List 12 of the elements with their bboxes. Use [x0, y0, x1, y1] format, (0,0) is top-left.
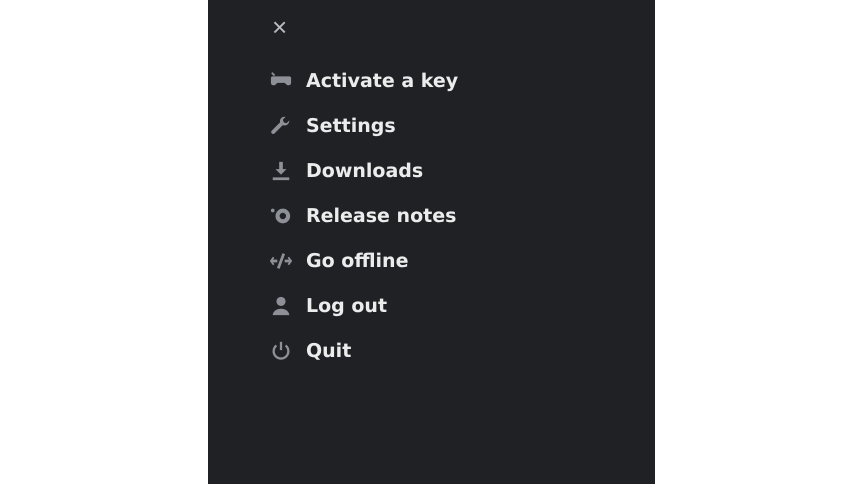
- menu-item[interactable]: Settings: [268, 115, 396, 137]
- person-icon: [270, 295, 292, 317]
- menu-item[interactable]: Release notes: [268, 205, 456, 227]
- menu-item[interactable]: Log out: [268, 295, 388, 317]
- menu-item[interactable]: Quit: [268, 340, 352, 362]
- menu-item[interactable]: Activate a key: [268, 70, 458, 92]
- close-button[interactable]: ×: [268, 14, 292, 40]
- download-icon: [270, 160, 292, 182]
- wrench-icon: [270, 115, 292, 137]
- menu-item[interactable]: Go offline: [268, 250, 408, 272]
- power-icon: [270, 340, 292, 362]
- menu-item[interactable]: Downloads: [268, 160, 424, 182]
